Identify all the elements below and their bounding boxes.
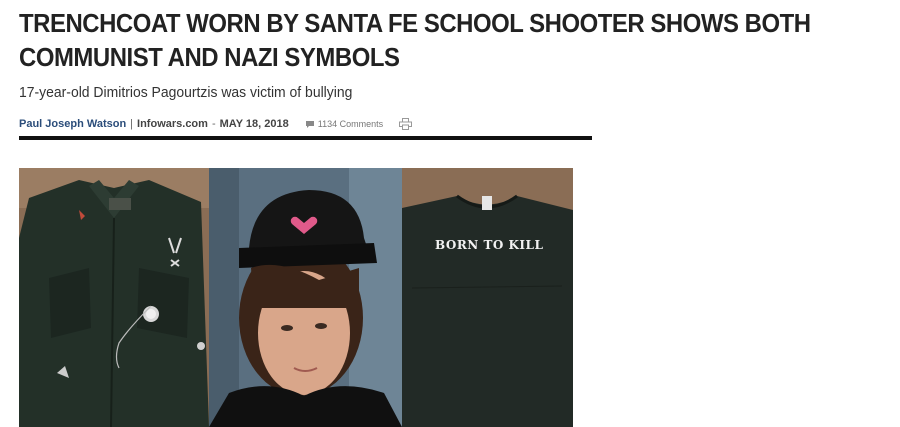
article-meta: Paul Joseph Watson | Infowars.com - MAY … — [19, 116, 894, 132]
article-headline: TRENCHCOAT WORN BY SANTA FE SCHOOL SHOOT… — [19, 8, 811, 72]
publish-date: MAY 18, 2018 — [219, 118, 289, 130]
author-link[interactable]: Paul Joseph Watson — [19, 118, 126, 130]
trenchcoat-photo — [19, 168, 209, 427]
comments-link[interactable]: 1134 Comments — [305, 119, 383, 129]
speech-bubble-icon — [305, 120, 314, 128]
article-subtitle: 17-year-old Dimitrios Pagourtzis was vic… — [19, 84, 353, 101]
tshirt-print-text: BORN TO KILL — [435, 238, 544, 252]
header-divider — [19, 136, 592, 140]
printer-icon — [399, 118, 413, 130]
print-button[interactable] — [399, 118, 413, 130]
date-separator: - — [211, 118, 216, 130]
portrait-photo — [209, 168, 402, 427]
article-header: TRENCHCOAT WORN BY SANTA FE SCHOOL SHOOT… — [19, 0, 894, 132]
article-image-collage: BORN TO KILL — [19, 168, 573, 427]
meta-separator: | — [130, 118, 134, 130]
comments-count: 1134 Comments — [317, 119, 384, 129]
source-name: Infowars.com — [137, 118, 208, 130]
tshirt-photo: BORN TO KILL — [402, 168, 573, 427]
